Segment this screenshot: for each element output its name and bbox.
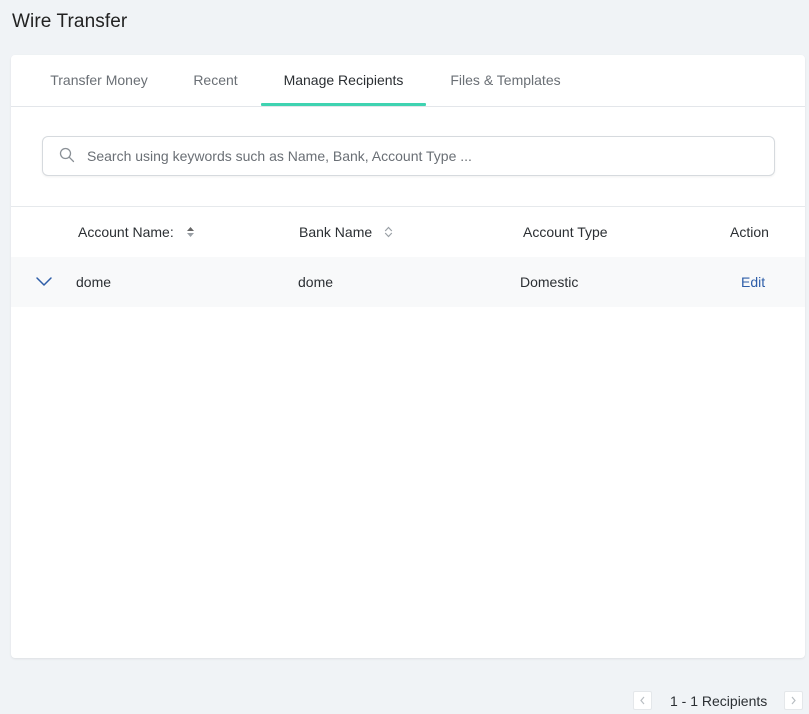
cell-bank-name: dome bbox=[298, 274, 334, 290]
chevron-left-icon bbox=[640, 696, 645, 705]
next-page-button[interactable] bbox=[784, 691, 803, 710]
edit-link[interactable]: Edit bbox=[741, 274, 765, 290]
column-header-label: Bank Name bbox=[299, 224, 373, 240]
pagination-summary: 1 - 1 Recipients bbox=[670, 693, 768, 709]
column-header-account-type: Account Type bbox=[523, 224, 608, 240]
previous-page-button[interactable] bbox=[633, 691, 652, 710]
column-header-label: Account Name: bbox=[78, 224, 174, 240]
page-title: Wire Transfer bbox=[12, 11, 128, 32]
sort-icon[interactable] bbox=[186, 226, 195, 238]
tab-files-templates[interactable]: Files & Templates bbox=[443, 55, 568, 106]
chevron-right-icon bbox=[791, 696, 796, 705]
search-icon bbox=[59, 147, 75, 163]
tab-transfer-money[interactable]: Transfer Money bbox=[40, 55, 158, 106]
chevron-down-icon[interactable] bbox=[35, 276, 53, 287]
search-box bbox=[42, 136, 775, 176]
table-header: Account Name: Bank Name Account Type Act… bbox=[11, 206, 805, 258]
tab-recent[interactable]: Recent bbox=[188, 55, 243, 106]
column-header-action: Action bbox=[730, 224, 769, 240]
recipients-card: Transfer Money Recent Manage Recipients … bbox=[11, 55, 805, 658]
cell-account-name: dome bbox=[76, 274, 112, 290]
table-row: dome dome Domestic Edit bbox=[11, 257, 805, 307]
tab-bar: Transfer Money Recent Manage Recipients … bbox=[11, 55, 805, 107]
tab-manage-recipients[interactable]: Manage Recipients bbox=[261, 55, 426, 106]
column-header-bank-name[interactable]: Bank Name bbox=[299, 207, 393, 257]
search-input[interactable] bbox=[85, 138, 749, 174]
column-header-account-name[interactable]: Account Name: bbox=[78, 207, 195, 257]
sort-icon[interactable] bbox=[384, 226, 393, 238]
cell-account-type: Domestic bbox=[520, 274, 579, 290]
